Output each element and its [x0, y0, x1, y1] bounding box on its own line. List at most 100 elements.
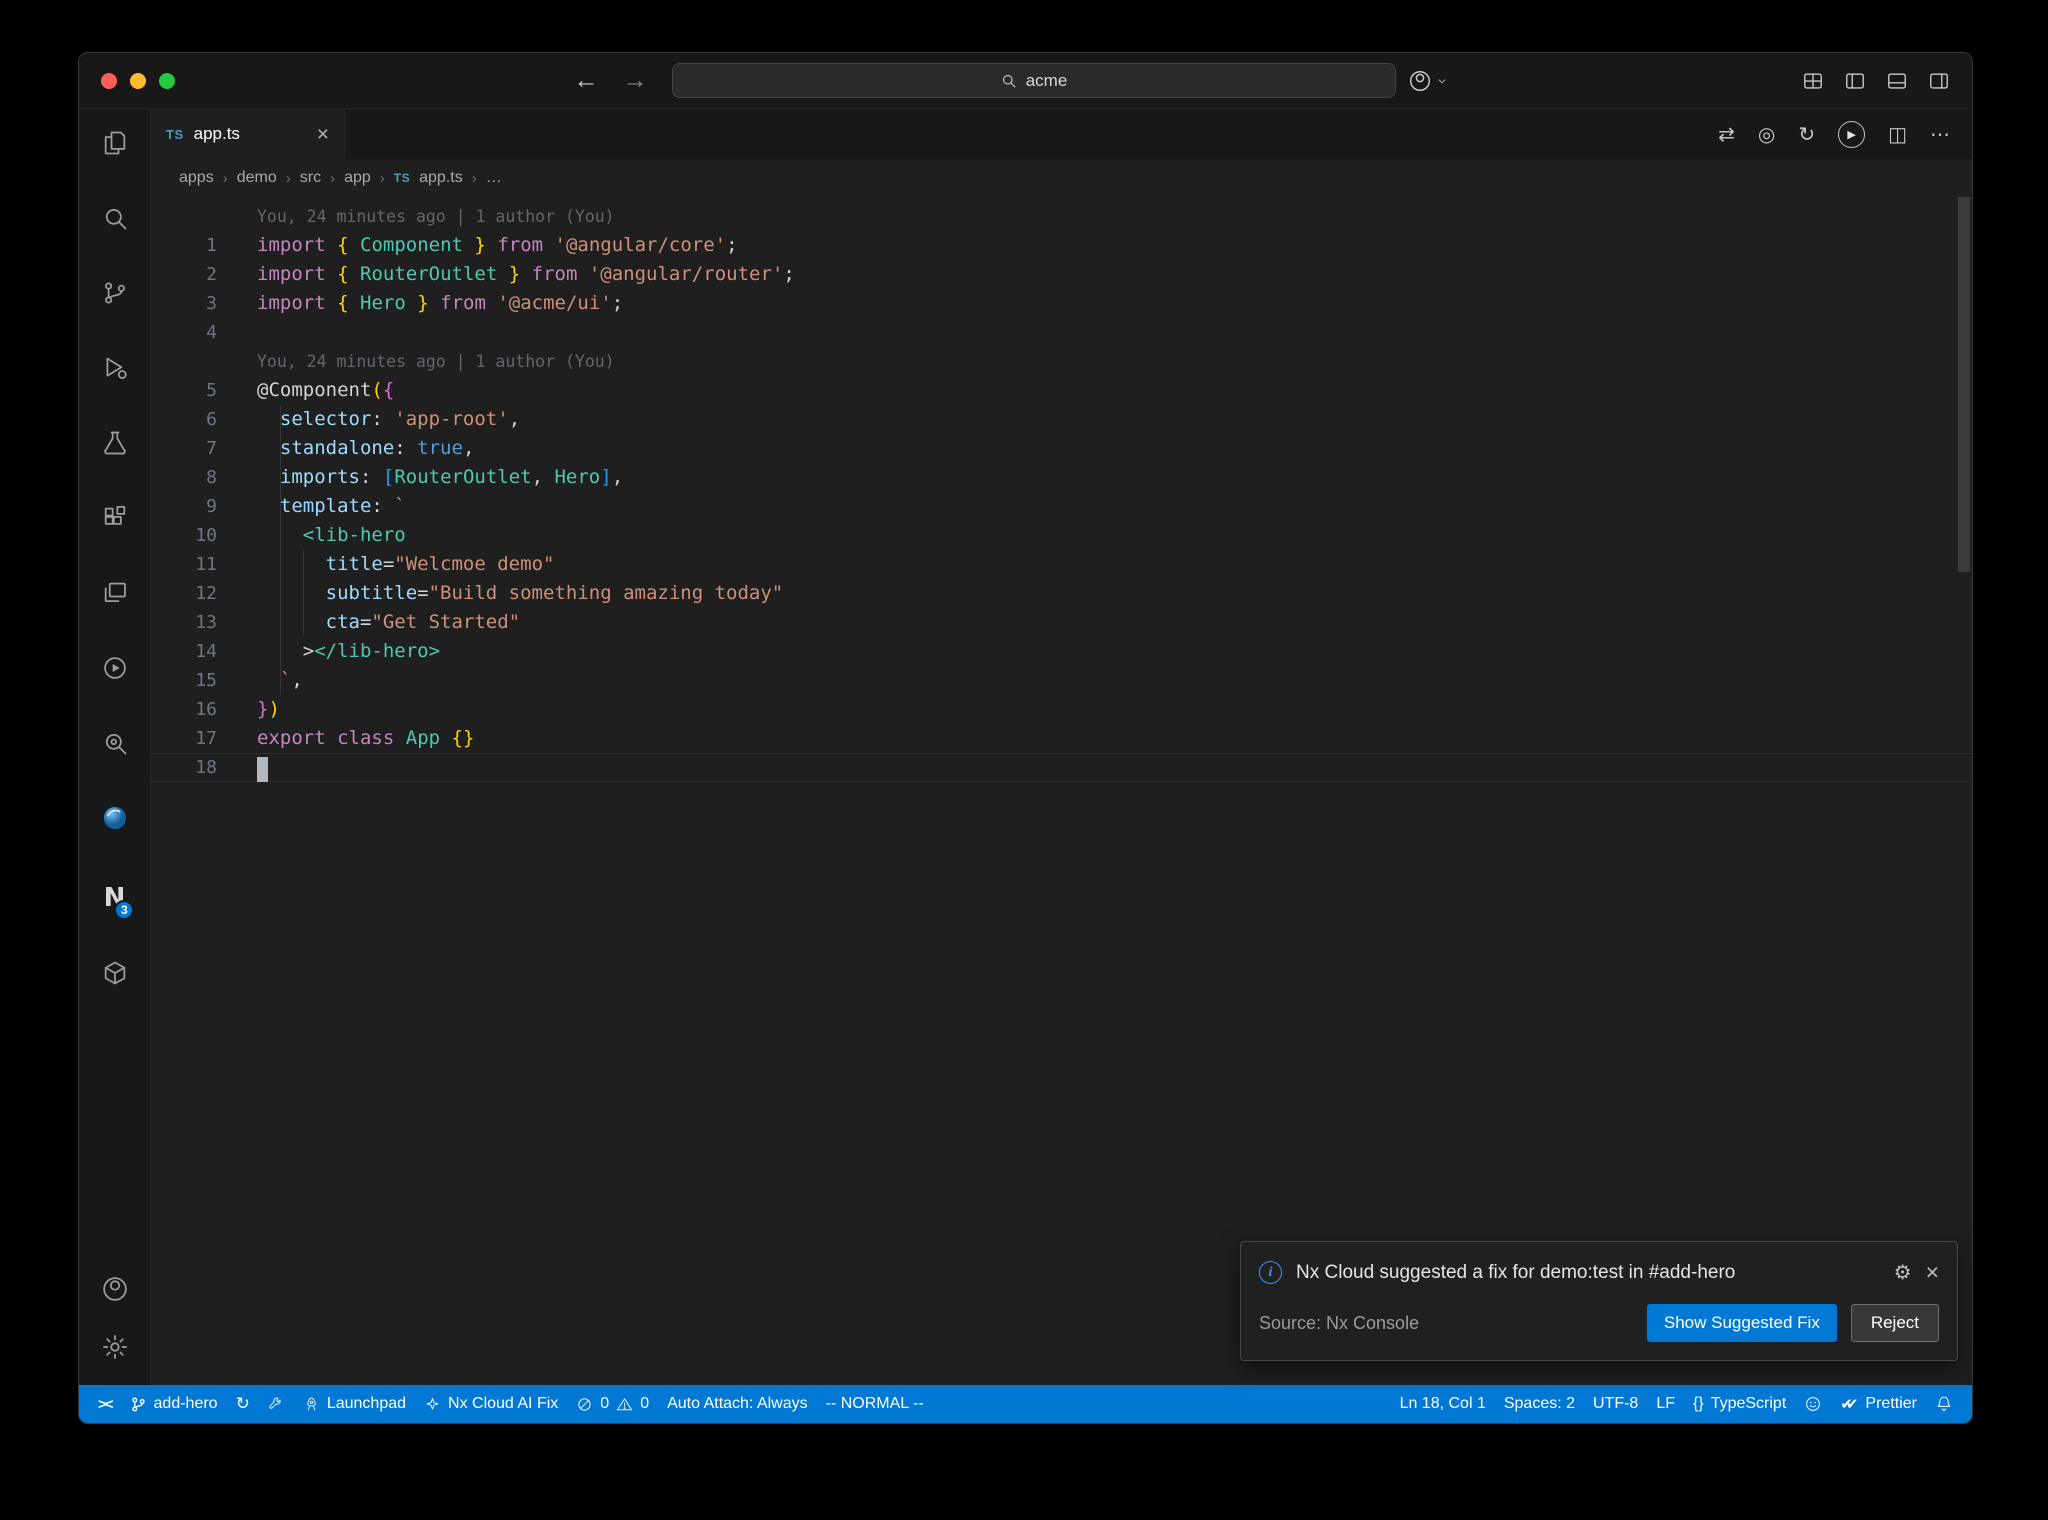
back-icon[interactable]: ← — [574, 66, 599, 95]
code-line[interactable]: 2 import { RouterOutlet } from '@angular/… — [151, 260, 1972, 289]
symbol-search-icon[interactable] — [101, 729, 129, 757]
line-number[interactable]: 9 — [151, 492, 217, 521]
containers-icon[interactable] — [101, 959, 129, 987]
launchpad-item[interactable]: Launchpad — [294, 1385, 415, 1423]
more-actions-icon[interactable]: ⋯ — [1930, 122, 1950, 147]
code-line[interactable]: 8 imports: [RouterOutlet, Hero], — [151, 463, 1972, 492]
branch-item[interactable]: add-hero — [121, 1385, 227, 1423]
chevron-down-icon — [1438, 78, 1445, 83]
command-center-search[interactable]: acme — [671, 63, 1396, 98]
line-number[interactable]: 2 — [151, 260, 217, 289]
explorer-icon[interactable] — [101, 129, 129, 157]
customize-layout-icon[interactable] — [1802, 70, 1824, 92]
breadcrumb-item-apps[interactable]: apps — [179, 169, 214, 187]
minimize-window-button[interactable] — [130, 72, 146, 89]
line-number[interactable]: 4 — [151, 318, 217, 347]
code-editor[interactable]: You, 24 minutes ago | 1 author (You) 1 imp… — [151, 197, 1972, 1385]
scrollbar-thumb[interactable] — [1958, 197, 1970, 572]
auto-attach-item[interactable]: Auto Attach: Always — [658, 1385, 817, 1423]
edge-tools-icon[interactable] — [101, 804, 129, 837]
nx-console-icon[interactable]: N 3 — [104, 884, 135, 920]
eol-item[interactable]: LF — [1647, 1385, 1684, 1423]
code-line[interactable]: 12 subtitle="Build something amazing tod… — [151, 579, 1972, 608]
line-number[interactable]: 6 — [151, 405, 217, 434]
code-line[interactable]: 16}) — [151, 695, 1972, 724]
settings-gear-icon[interactable] — [101, 1333, 129, 1361]
breadcrumb-item-file[interactable]: app.ts — [419, 169, 463, 187]
nx-cloud-fix-item[interactable]: Nx Cloud AI Fix — [415, 1385, 567, 1423]
code-line[interactable]: 15 `, — [151, 666, 1972, 695]
line-number[interactable]: 18 — [151, 753, 217, 782]
notification-close-icon[interactable]: × — [1926, 1259, 1939, 1286]
line-number[interactable]: 5 — [151, 376, 217, 405]
maximize-window-button[interactable] — [159, 72, 175, 89]
line-number[interactable]: 1 — [151, 231, 217, 260]
breadcrumb-item-src[interactable]: src — [300, 169, 321, 187]
line-number[interactable]: 16 — [151, 695, 217, 724]
code-line[interactable]: 11 title="Welcmoe demo" — [151, 550, 1972, 579]
toggle-secondary-sidebar-icon[interactable] — [1928, 70, 1950, 92]
code-line[interactable]: 13 cta="Get Started" — [151, 608, 1972, 637]
toggle-primary-sidebar-icon[interactable] — [1844, 70, 1866, 92]
accounts-icon[interactable] — [101, 1275, 129, 1303]
code-line[interactable]: 6 selector: 'app-root', — [151, 405, 1972, 434]
code-line[interactable]: 9 template: ` — [151, 492, 1972, 521]
search-view-icon[interactable] — [101, 204, 129, 232]
open-changes-icon[interactable]: ⇄ — [1718, 122, 1735, 147]
code-line[interactable]: 10 <lib-hero — [151, 521, 1972, 550]
code-line[interactable]: 7 standalone: true, — [151, 434, 1972, 463]
language-mode-item[interactable]: {} TypeScript — [1684, 1385, 1795, 1423]
line-number[interactable]: 14 — [151, 637, 217, 666]
notification-settings-icon[interactable]: ⚙ — [1894, 1260, 1912, 1285]
notification-footer: Source: Nx Console Show Suggested Fix Re… — [1241, 1296, 1957, 1360]
vim-mode-item[interactable]: -- NORMAL -- — [817, 1385, 933, 1423]
line-number[interactable]: 12 — [151, 579, 217, 608]
cursor-position-item[interactable]: Ln 18, Col 1 — [1391, 1385, 1495, 1423]
prettier-item[interactable]: ✔✔ Prettier — [1831, 1385, 1926, 1423]
line-number[interactable]: 10 — [151, 521, 217, 550]
encoding-item[interactable]: UTF-8 — [1584, 1385, 1647, 1423]
breadcrumb-item-symbol[interactable]: … — [486, 169, 502, 187]
close-window-button[interactable] — [101, 72, 117, 89]
code-line[interactable]: 5 @Component({ — [151, 376, 1972, 405]
line-number[interactable]: 8 — [151, 463, 217, 492]
forward-icon[interactable]: → — [623, 66, 648, 95]
sync-item[interactable]: ↻ — [227, 1385, 259, 1423]
tools-item[interactable] — [259, 1385, 294, 1423]
line-number[interactable]: 3 — [151, 289, 217, 318]
run-file-button[interactable]: ▶ — [1838, 120, 1866, 148]
remote-indicator[interactable]: >< — [89, 1385, 121, 1423]
line-number[interactable]: 13 — [151, 608, 217, 637]
toggle-blame-icon[interactable]: ◎ — [1758, 122, 1775, 147]
line-number[interactable]: 15 — [151, 666, 217, 695]
source-control-icon[interactable] — [101, 279, 129, 307]
remote-explorer-icon[interactable] — [101, 579, 129, 607]
line-number[interactable]: 17 — [151, 724, 217, 753]
testing-icon[interactable] — [101, 429, 129, 457]
code-line[interactable]: 1 import { Component } from '@angular/cor… — [151, 231, 1972, 260]
line-number[interactable]: 7 — [151, 434, 217, 463]
line-number[interactable]: 11 — [151, 550, 217, 579]
show-suggested-fix-button[interactable]: Show Suggested Fix — [1646, 1304, 1837, 1342]
tab-app-ts[interactable]: TS app.ts × — [151, 109, 345, 159]
toggle-panel-icon[interactable] — [1886, 70, 1908, 92]
play-circle-icon[interactable] — [101, 654, 129, 682]
feedback-item[interactable] — [1795, 1385, 1831, 1423]
reject-button[interactable]: Reject — [1850, 1304, 1939, 1342]
breadcrumb-item-demo[interactable]: demo — [237, 169, 277, 187]
code-line[interactable]: 3 import { Hero } from '@acme/ui'; — [151, 289, 1972, 318]
code-line[interactable]: 4 — [151, 318, 1972, 347]
code-line[interactable]: 18 — [151, 753, 1972, 782]
code-line[interactable]: 14 ></lib-hero> — [151, 637, 1972, 666]
problems-item[interactable]: 0 0 — [567, 1385, 658, 1423]
notifications-bell-item[interactable] — [1926, 1385, 1962, 1423]
indentation-item[interactable]: Spaces: 2 — [1495, 1385, 1584, 1423]
accounts-menu[interactable] — [1408, 69, 1449, 93]
run-and-debug-icon[interactable] — [101, 354, 129, 382]
split-editor-icon[interactable]: ◫ — [1888, 122, 1907, 147]
code-line[interactable]: 17 export class App {} — [151, 724, 1972, 753]
rerun-task-icon[interactable]: ↻ — [1798, 122, 1815, 147]
breadcrumb-item-app[interactable]: app — [344, 169, 371, 187]
extensions-icon[interactable] — [101, 504, 129, 532]
close-tab-icon[interactable]: × — [317, 124, 329, 145]
